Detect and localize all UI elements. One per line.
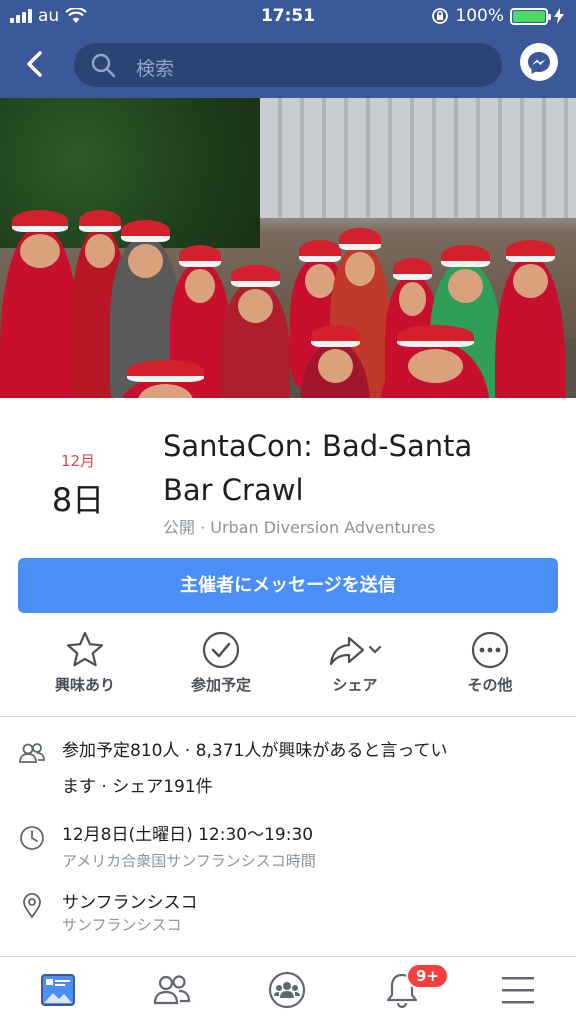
- action-row: 興味あり 参加予定 シェア その他: [0, 628, 576, 716]
- message-host-button[interactable]: 主催者にメッセージを送信: [18, 558, 558, 613]
- background-building: [260, 98, 576, 218]
- groups-icon: [268, 971, 306, 1009]
- location-name: サンフランシスコ: [62, 893, 198, 913]
- battery-icon: [510, 7, 551, 25]
- tab-bar: 9+: [0, 956, 576, 1024]
- star-icon: [66, 631, 104, 667]
- notification-badge: 9+: [406, 963, 450, 989]
- menu-icon: [502, 977, 534, 1004]
- battery-percent: 100%: [455, 6, 504, 26]
- attendance-text-2: ます · シェア191件: [62, 777, 213, 797]
- tab-menu[interactable]: [488, 965, 548, 1015]
- messenger-button[interactable]: [520, 43, 558, 81]
- charging-icon: [554, 8, 564, 24]
- share-button[interactable]: シェア: [290, 628, 420, 695]
- more-label: その他: [467, 676, 513, 694]
- time-row[interactable]: 12月8日(土曜日) 12:30〜19:30 アメリカ合衆国サンフランシスコ時間: [0, 820, 576, 876]
- santa-person: [0, 210, 80, 398]
- location-sub: サンフランシスコ: [62, 916, 182, 934]
- interested-button[interactable]: 興味あり: [20, 628, 150, 695]
- chevron-down-icon: [368, 645, 382, 654]
- tab-friends[interactable]: [142, 965, 202, 1015]
- event-timezone: アメリカ合衆国サンフランシスコ時間: [62, 852, 316, 870]
- clock-icon: [20, 826, 44, 850]
- going-button[interactable]: 参加予定: [156, 628, 286, 695]
- more-icon: [471, 631, 509, 669]
- santa-person: [495, 240, 565, 398]
- search-icon: [91, 53, 116, 78]
- event-month: 12月: [60, 452, 96, 470]
- event-title-line-1: SantaCon: Bad-Santa: [163, 429, 473, 463]
- event-day: 8日: [51, 481, 105, 519]
- top-bar: au 17:51 100% 検索: [0, 0, 576, 98]
- status-bar: au 17:51 100%: [0, 0, 576, 32]
- interested-label: 興味あり: [54, 676, 115, 694]
- event-title-line-2: Bar Crawl: [163, 473, 304, 507]
- share-label: シェア: [332, 676, 378, 694]
- search-placeholder: 検索: [136, 58, 175, 80]
- messenger-icon: [528, 52, 550, 74]
- attendance-row[interactable]: 参加予定810人 · 8,371人が興味があると言ってい ます · シェア191…: [0, 736, 576, 806]
- event-date: 12月 8日: [40, 450, 116, 521]
- rotation-lock-icon: [432, 8, 449, 24]
- location-pin-icon: [23, 893, 41, 919]
- news-feed-icon: [41, 974, 75, 1006]
- santa-person: [220, 265, 290, 398]
- tab-news-feed[interactable]: [28, 965, 88, 1015]
- back-icon[interactable]: [20, 48, 52, 80]
- event-title: SantaCon: Bad-Santa Bar Crawl: [163, 424, 563, 512]
- search-input[interactable]: 検索: [74, 43, 502, 87]
- check-circle-icon: [202, 631, 240, 669]
- share-icon: [329, 636, 365, 666]
- navigation-bar: 検索: [0, 38, 576, 94]
- attendance-text-1: 参加予定810人 · 8,371人が興味があると言ってい: [62, 741, 448, 761]
- people-icon: [19, 743, 45, 763]
- friends-icon: [153, 975, 191, 1005]
- going-label: 参加予定: [190, 676, 251, 694]
- divider: [0, 716, 576, 717]
- event-time: 12月8日(土曜日) 12:30〜19:30: [62, 825, 314, 845]
- event-cover-photo[interactable]: [0, 98, 576, 398]
- location-row[interactable]: サンフランシスコ サンフランシスコ: [0, 888, 576, 944]
- tab-groups[interactable]: [257, 965, 317, 1015]
- event-meta[interactable]: 公開 · Urban Diversion Adventures: [163, 514, 435, 538]
- more-button[interactable]: その他: [425, 628, 555, 695]
